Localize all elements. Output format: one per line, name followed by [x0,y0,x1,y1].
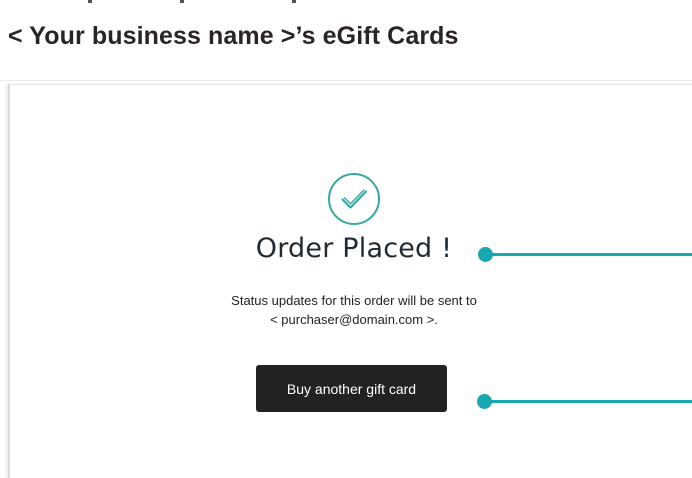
cropped-fragment [180,0,184,3]
check-circle-icon [328,173,380,225]
header-divider [0,80,692,81]
buy-another-gift-card-button[interactable]: Buy another gift card [256,365,447,412]
cropped-top-strip [0,0,692,14]
status-message-line: Status updates for this order will be se… [231,293,477,308]
callout-dot [477,394,492,409]
callout-pointer-button [477,394,692,409]
callout-pointer-title [478,247,692,262]
cropped-fragment [88,0,92,3]
page-header: < Your business name >’s eGift Cards [0,14,692,80]
page-title: < Your business name >’s eGift Cards [8,22,459,50]
status-message: Status updates for this order will be se… [170,291,538,329]
purchaser-email: < purchaser@domain.com >. [270,312,438,327]
order-placed-title: Order Placed ! [255,233,453,264]
cropped-fragment [292,0,296,3]
callout-dot [478,247,493,262]
confirmation-panel [8,84,692,478]
